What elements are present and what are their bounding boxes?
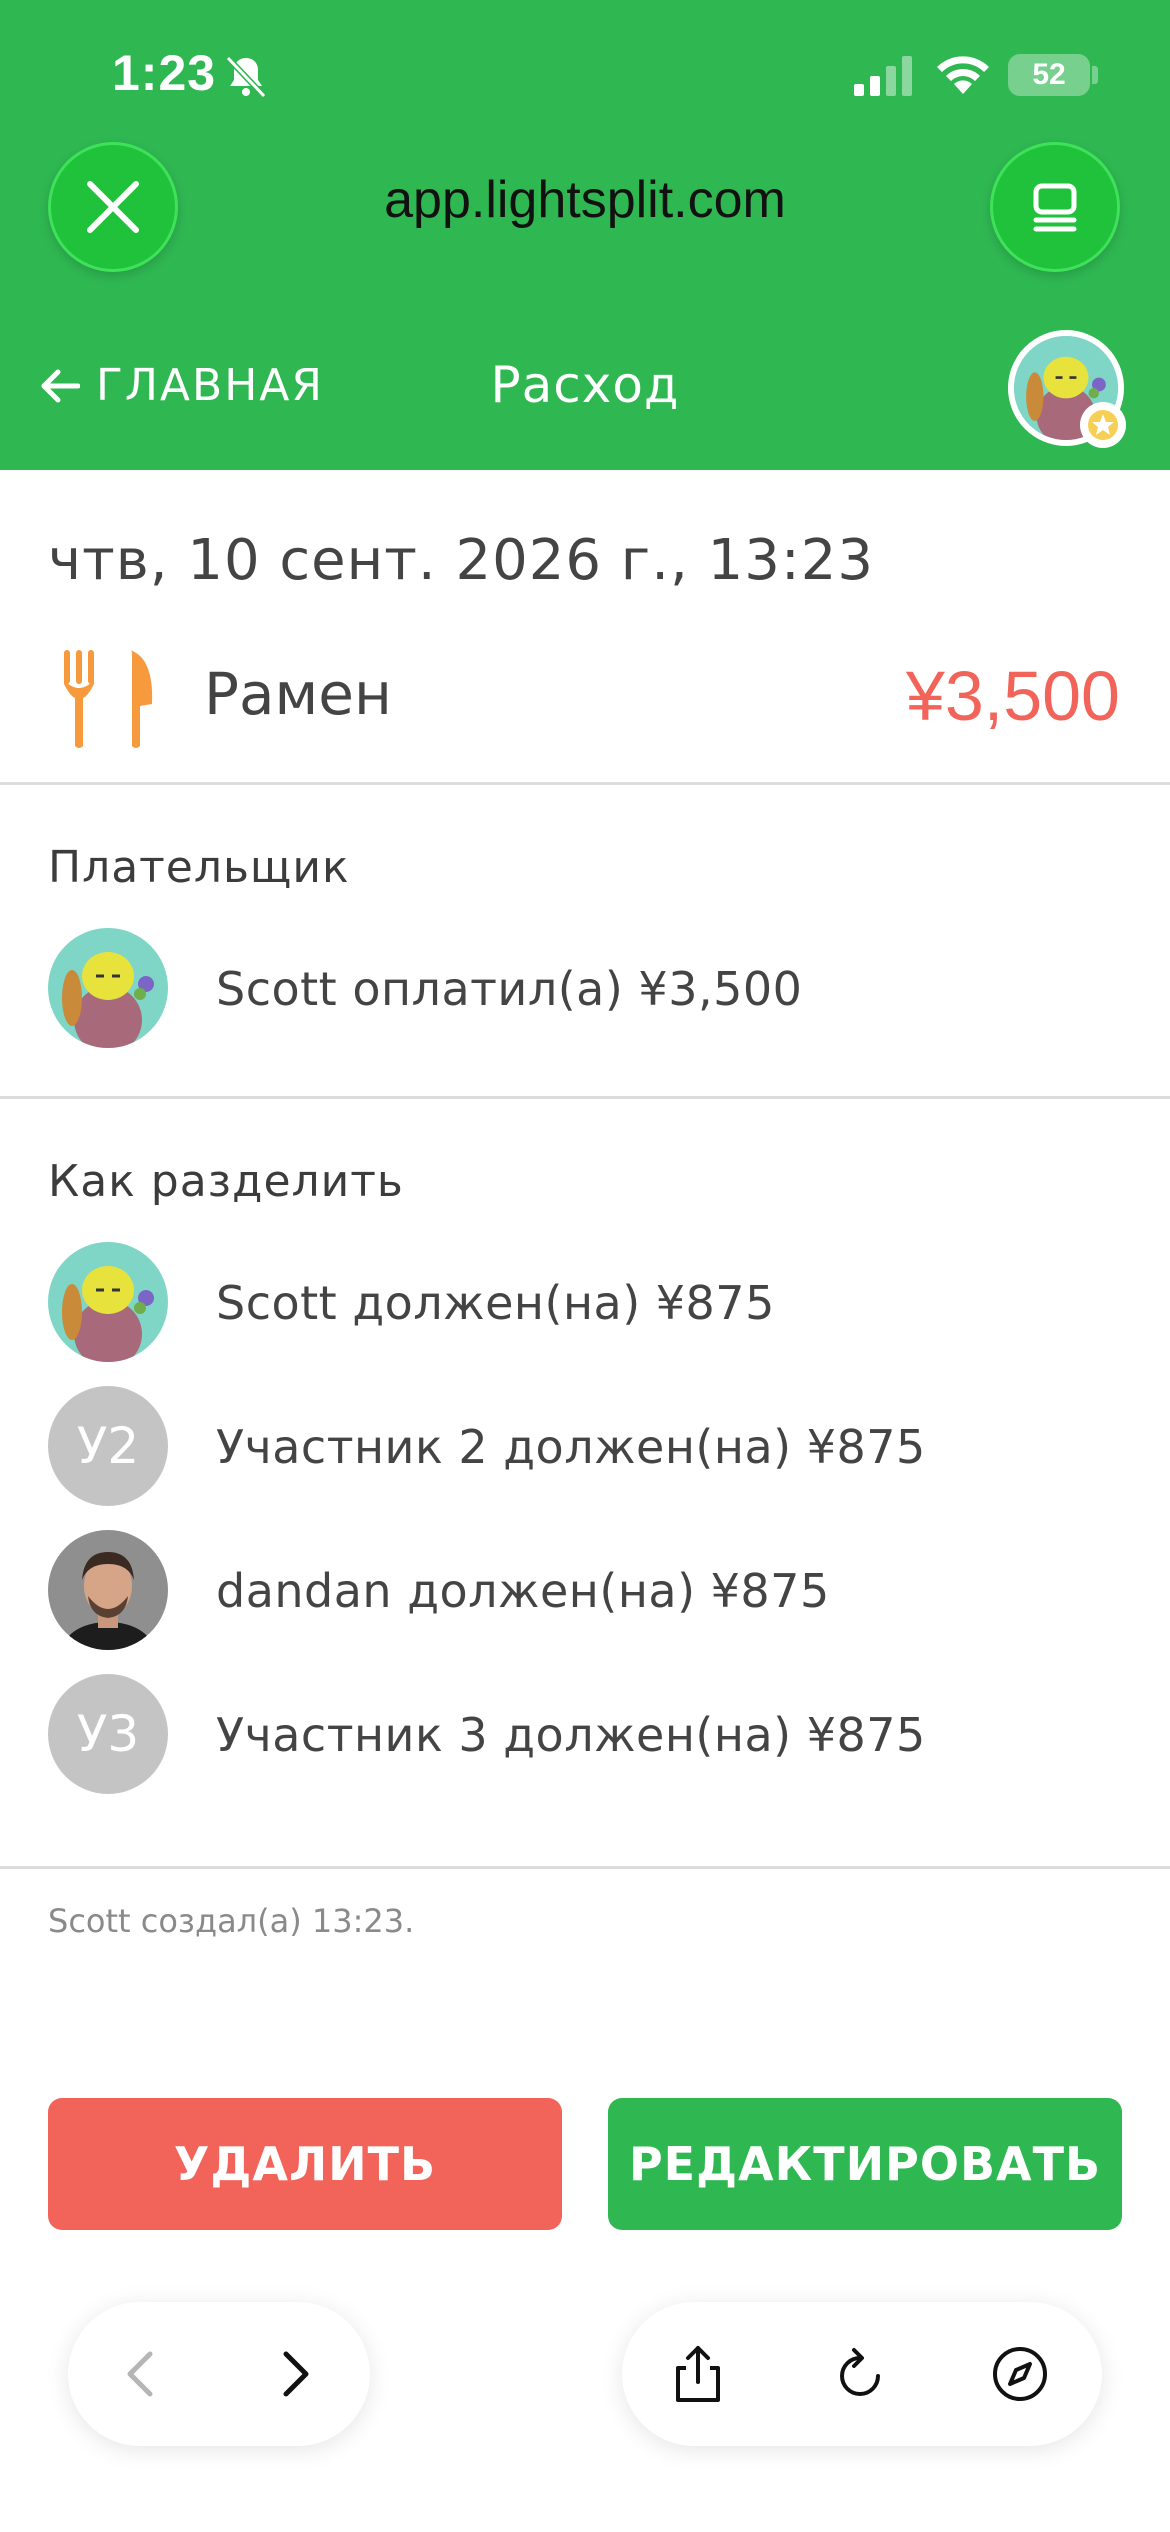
browser-action-controls bbox=[622, 2302, 1102, 2446]
avatar bbox=[48, 1530, 168, 1650]
premium-badge bbox=[1080, 402, 1126, 448]
avatar bbox=[48, 928, 168, 1048]
expense-summary: Рамен ¥3,500 bbox=[0, 630, 1170, 760]
split-row: dandan должен(на) ¥875 bbox=[48, 1530, 1128, 1652]
share-icon[interactable] bbox=[668, 2344, 728, 2404]
split-text: Scott должен(на) ¥875 bbox=[216, 1276, 775, 1330]
payer-section-title: Плательщик bbox=[48, 842, 350, 893]
compass-icon[interactable] bbox=[990, 2344, 1050, 2404]
battery-level: 52 bbox=[1032, 58, 1066, 91]
arrow-left-icon bbox=[41, 369, 80, 402]
divider bbox=[0, 782, 1170, 785]
split-row: У3 Участник 3 должен(на) ¥875 bbox=[48, 1674, 1128, 1796]
forward-chevron-icon[interactable] bbox=[264, 2344, 324, 2404]
split-text: dandan должен(на) ¥875 bbox=[216, 1564, 830, 1618]
divider bbox=[0, 1096, 1170, 1099]
delete-button[interactable]: УДАЛИТЬ bbox=[48, 2098, 562, 2230]
photo-avatar-image bbox=[48, 1530, 168, 1650]
divider bbox=[0, 1866, 1170, 1869]
edit-button[interactable]: РЕДАКТИРОВАТЬ bbox=[608, 2098, 1122, 2230]
reload-icon[interactable] bbox=[830, 2344, 890, 2404]
star-icon bbox=[1088, 410, 1118, 440]
split-text: Участник 3 должен(на) ¥875 bbox=[216, 1708, 926, 1762]
app-header: 1:23 52 app.lightsplit.com ГЛАВНАЯ Расхо… bbox=[0, 0, 1170, 470]
back-label: ГЛАВНАЯ bbox=[96, 360, 324, 411]
tabs-icon bbox=[1033, 183, 1077, 232]
browser-nav-controls bbox=[68, 2302, 370, 2446]
wifi-icon bbox=[937, 56, 989, 94]
status-bar: 1:23 52 bbox=[0, 0, 1170, 150]
fork-knife-icon bbox=[64, 650, 153, 748]
expense-amount: ¥3,500 bbox=[905, 657, 1120, 735]
nav-bar: ГЛАВНАЯ Расход bbox=[0, 320, 1170, 470]
split-text: Участник 2 должен(на) ¥875 bbox=[216, 1420, 926, 1474]
url-bar[interactable]: app.lightsplit.com bbox=[250, 170, 920, 230]
status-time: 1:23 bbox=[112, 45, 217, 101]
battery-indicator: 52 bbox=[1008, 54, 1090, 96]
character-avatar-image bbox=[48, 928, 168, 1048]
expense-datetime: чтв, 10 сент. 2026 г., 13:23 bbox=[48, 528, 874, 593]
close-browser-button[interactable] bbox=[48, 142, 178, 272]
back-to-home-link[interactable]: ГЛАВНАЯ bbox=[40, 360, 324, 411]
tabs-button[interactable] bbox=[990, 142, 1120, 272]
split-row: Scott должен(на) ¥875 bbox=[48, 1242, 1128, 1364]
split-row: У2 Участник 2 должен(на) ¥875 bbox=[48, 1386, 1128, 1508]
character-avatar-image bbox=[48, 1242, 168, 1362]
signal-icon bbox=[854, 56, 912, 96]
expense-name: Рамен bbox=[204, 660, 392, 728]
page-title: Расход bbox=[490, 356, 680, 414]
payer-row: Scott оплатил(а) ¥3,500 bbox=[48, 928, 1128, 1050]
close-icon bbox=[87, 181, 139, 233]
avatar bbox=[48, 1242, 168, 1362]
back-chevron-icon[interactable] bbox=[112, 2344, 172, 2404]
split-section-title: Как разделить bbox=[48, 1156, 404, 1207]
avatar: У2 bbox=[48, 1386, 168, 1506]
avatar: У3 bbox=[48, 1674, 168, 1794]
battery-nub bbox=[1092, 66, 1098, 84]
payer-text: Scott оплатил(а) ¥3,500 bbox=[216, 962, 803, 1016]
bell-muted-icon bbox=[225, 55, 267, 99]
created-note: Scott создал(а) 13:23. bbox=[48, 1902, 415, 1940]
